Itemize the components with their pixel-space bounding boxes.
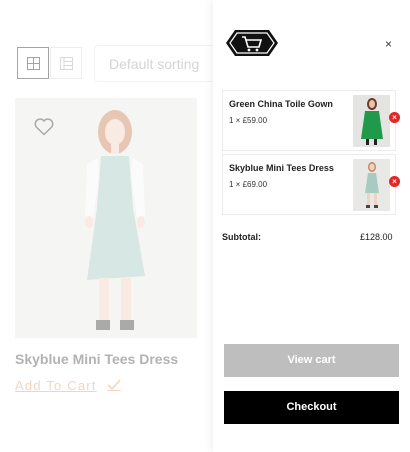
cart-item-thumbnail[interactable] bbox=[353, 95, 390, 147]
grid-view-icon bbox=[26, 56, 40, 70]
subtotal-label: Subtotal: bbox=[222, 232, 261, 242]
product-name[interactable]: Skyblue Mini Tees Dress bbox=[15, 351, 178, 367]
cart-item-qty-price: 1 × £59.00 bbox=[229, 116, 268, 125]
checkmark-icon bbox=[107, 379, 121, 391]
list-view-icon bbox=[59, 56, 73, 70]
subtotal-value: £128.00 bbox=[360, 232, 393, 242]
cart-item-list: Green China Toile Gown 1 × £59.00 × Skyb… bbox=[222, 90, 400, 218]
cart-item-title[interactable]: Green China Toile Gown bbox=[229, 99, 333, 109]
cart-item-qty-price: 1 × £69.00 bbox=[229, 180, 268, 189]
cart-icon bbox=[226, 30, 278, 56]
heart-icon[interactable] bbox=[34, 118, 54, 136]
sort-selected-value: Default sorting bbox=[109, 56, 200, 72]
list-view-button[interactable] bbox=[50, 47, 82, 79]
cart-item-title[interactable]: Skyblue Mini Tees Dress bbox=[229, 163, 334, 173]
cart-item: Skyblue Mini Tees Dress 1 × £69.00 × bbox=[222, 154, 400, 215]
cart-item: Green China Toile Gown 1 × £59.00 × bbox=[222, 90, 400, 151]
close-button[interactable]: × bbox=[385, 37, 392, 51]
view-cart-button[interactable]: View cart bbox=[224, 344, 399, 377]
remove-item-button[interactable]: × bbox=[389, 176, 400, 187]
grid-view-button[interactable] bbox=[17, 47, 49, 79]
cart-item-thumbnail[interactable] bbox=[353, 159, 390, 211]
checkout-button[interactable]: Checkout bbox=[224, 391, 399, 424]
add-to-cart-link[interactable]: Add To Cart bbox=[15, 378, 97, 393]
remove-item-button[interactable]: × bbox=[389, 112, 400, 123]
mini-cart-panel: × Green China Toile Gown 1 × £59.00 × Sk… bbox=[213, 0, 410, 452]
